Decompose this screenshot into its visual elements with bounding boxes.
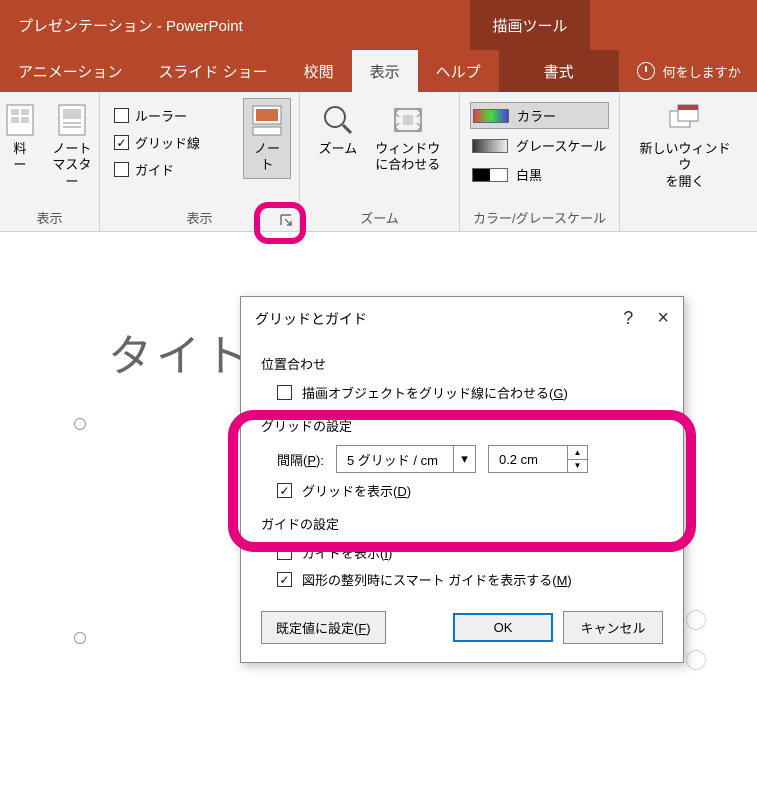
tell-me-label: 何をしますか — [663, 62, 741, 81]
color-swatch-icon — [473, 109, 509, 123]
checkbox-icon — [277, 545, 292, 560]
selection-handle[interactable] — [74, 418, 86, 430]
checkbox-icon — [114, 108, 129, 123]
fit-window-icon — [391, 103, 425, 137]
selection-handle[interactable] — [74, 632, 86, 644]
section-grid-label: グリッドの設定 — [261, 416, 663, 435]
new-window-icon — [668, 103, 702, 137]
grid-and-guides-dialog: グリッドとガイド ? × 位置合わせ 描画オブジェクトをグリッド線に合わせる(G… — [240, 296, 684, 663]
placeholder-icon — [686, 650, 706, 670]
placeholder-icon — [686, 610, 706, 630]
grayscale-mode-button[interactable]: グレースケール — [470, 133, 608, 158]
dialog-title: グリッドとガイド — [255, 309, 367, 329]
show-guides-option[interactable]: ガイドを表示(I) — [261, 539, 663, 566]
spacing-label: 間隔(P): — [277, 450, 324, 469]
set-default-button[interactable]: 既定値に設定(F) — [261, 611, 386, 644]
ok-button[interactable]: OK — [453, 613, 553, 642]
group-zoom: ズーム ウィンドウ に合わせる ズーム — [300, 92, 460, 231]
magnifier-icon — [321, 103, 355, 137]
lightbulb-icon — [637, 62, 655, 80]
notes-master-icon — [55, 103, 89, 137]
dialog-help-button[interactable]: ? — [623, 308, 633, 329]
tell-me[interactable]: 何をしますか — [619, 50, 741, 92]
cancel-button[interactable]: キャンセル — [563, 611, 663, 644]
section-align-label: 位置合わせ — [261, 354, 663, 373]
bw-swatch-icon — [472, 168, 508, 182]
color-mode-button[interactable]: カラー — [470, 102, 609, 129]
checkbox-icon — [277, 385, 292, 400]
dialog-titlebar[interactable]: グリッドとガイド ? × — [241, 297, 683, 340]
new-window-button[interactable]: 新しいウィンドウ を開く — [628, 98, 742, 195]
group-color: カラー グレースケール 白黒 カラー/グレースケール — [460, 92, 620, 231]
zoom-button[interactable]: ズーム — [312, 98, 365, 162]
notes-icon — [250, 103, 284, 137]
show-group-launcher[interactable] — [277, 211, 295, 229]
spacing-combo[interactable]: 5 グリッド / cm ▾ — [336, 445, 476, 473]
group-window: 新しいウィンドウ を開く — [620, 92, 750, 231]
app-title: プレゼンテーション - PowerPoint — [18, 15, 739, 36]
notes-master-button[interactable]: ノート マスター — [44, 98, 99, 195]
tab-animation[interactable]: アニメーション — [0, 50, 140, 92]
contextual-tab-label: 描画ツール — [470, 0, 590, 50]
show-grid-option[interactable]: グリッドを表示(D) — [261, 477, 663, 504]
grid-spacing-row: 間隔(P): 5 グリッド / cm ▾ 0.2 cm ▲▼ — [261, 441, 663, 477]
spacing-spinner[interactable]: 0.2 cm ▲▼ — [488, 445, 588, 473]
spinner-arrows-icon: ▲▼ — [567, 446, 587, 472]
fit-window-button[interactable]: ウィンドウ に合わせる — [368, 98, 447, 179]
close-icon[interactable]: × — [657, 307, 669, 330]
ribbon-tabs: アニメーション スライド ショー 校閲 表示 ヘルプ 書式 何をしますか — [0, 50, 757, 92]
checkbox-checked-icon — [114, 135, 129, 150]
checkbox-icon — [114, 162, 129, 177]
ruler-checkbox-row[interactable]: ルーラー — [112, 102, 237, 129]
handout-master-button[interactable]: 料 ー — [0, 98, 40, 179]
handout-master-icon — [3, 103, 37, 137]
tab-review[interactable]: 校閲 — [286, 50, 352, 92]
checkbox-checked-icon — [277, 572, 292, 587]
tab-view[interactable]: 表示 — [352, 50, 418, 92]
slide-title-placeholder[interactable]: タイト — [108, 320, 252, 384]
grayscale-swatch-icon — [472, 139, 508, 153]
smart-guides-option[interactable]: 図形の整列時にスマート ガイドを表示する(M) — [261, 566, 663, 593]
group-show: ルーラー グリッド線 ガイド ノー ト 表示 — [100, 92, 300, 231]
chevron-down-icon: ▾ — [453, 446, 475, 472]
title-bar: プレゼンテーション - PowerPoint 描画ツール — [0, 0, 757, 50]
guides-checkbox-row[interactable]: ガイド — [112, 156, 237, 183]
tab-help[interactable]: ヘルプ — [418, 50, 499, 92]
ribbon: 料 ー ノート マスター 表示 ルーラー グリッド線 — [0, 92, 757, 232]
dialog-launcher-icon — [280, 214, 292, 226]
section-guide-label: ガイドの設定 — [261, 514, 663, 533]
group-master-views: 料 ー ノート マスター 表示 — [0, 92, 100, 231]
tab-slideshow[interactable]: スライド ショー — [140, 50, 285, 92]
tab-format[interactable]: 書式 — [499, 50, 619, 92]
gridlines-checkbox-row[interactable]: グリッド線 — [112, 129, 237, 156]
snap-to-grid-option[interactable]: 描画オブジェクトをグリッド線に合わせる(G) — [261, 379, 663, 406]
bw-mode-button[interactable]: 白黒 — [470, 162, 544, 187]
notes-button[interactable]: ノー ト — [243, 98, 291, 179]
checkbox-checked-icon — [277, 483, 292, 498]
